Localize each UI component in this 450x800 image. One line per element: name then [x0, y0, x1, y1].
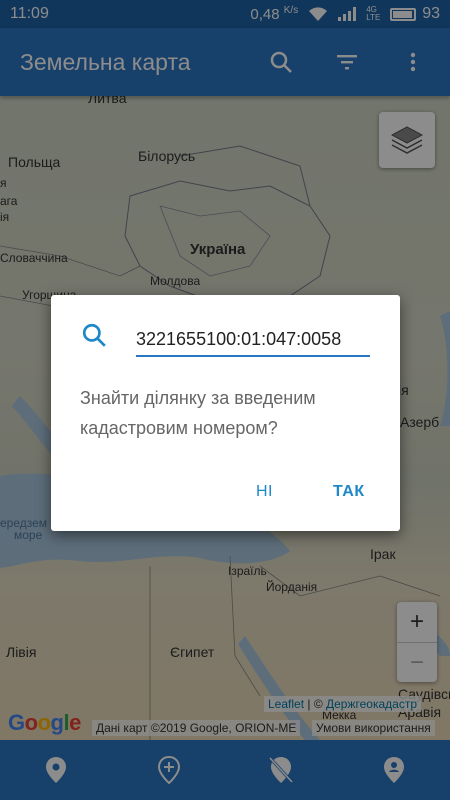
search-icon [81, 322, 107, 353]
no-button[interactable]: НІ [256, 483, 273, 501]
cadastral-search-dialog: Знайти ділянку за введеним кадастровим н… [51, 295, 400, 531]
dialog-message: Знайти ділянку за введеним кадастровим н… [80, 388, 316, 438]
yes-button[interactable]: ТАК [333, 483, 365, 501]
cadastral-number-input[interactable] [136, 323, 370, 357]
